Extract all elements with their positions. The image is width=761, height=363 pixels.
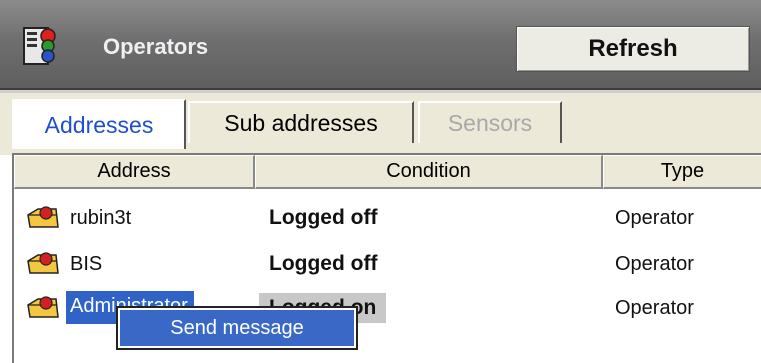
table-row[interactable]: rubin3t Logged off Operator — [14, 197, 761, 239]
column-header-type[interactable]: Type — [603, 155, 761, 189]
tab-sensors: Sensors — [418, 101, 562, 143]
tab-addresses[interactable]: Addresses — [12, 99, 186, 149]
type-cell: Operator — [615, 206, 694, 229]
type-cell: Operator — [615, 252, 694, 275]
condition-cell: Logged off — [269, 252, 378, 275]
address-cell: rubin3t — [70, 206, 132, 229]
address-cell: BIS — [70, 252, 103, 275]
operator-folder-icon — [27, 296, 59, 318]
traffic-light-server-icon — [23, 27, 56, 65]
header-bar: Operators Refresh — [0, 0, 761, 90]
column-header-condition[interactable]: Condition — [255, 155, 603, 189]
window-title: Operators — [103, 34, 209, 59]
operator-folder-icon — [27, 206, 59, 228]
refresh-button[interactable]: Refresh — [516, 26, 750, 72]
column-header-address[interactable]: Address — [14, 155, 255, 189]
tab-strip: Addresses Sub addresses Sensors — [0, 90, 761, 155]
context-menu-send-message[interactable]: Send message — [116, 306, 358, 350]
tab-sub-addresses[interactable]: Sub addresses — [188, 101, 414, 143]
operator-folder-icon — [27, 252, 59, 274]
table-row[interactable]: BIS Logged off Operator — [14, 243, 761, 285]
condition-cell: Logged off — [269, 206, 378, 229]
type-cell: Operator — [615, 296, 694, 319]
